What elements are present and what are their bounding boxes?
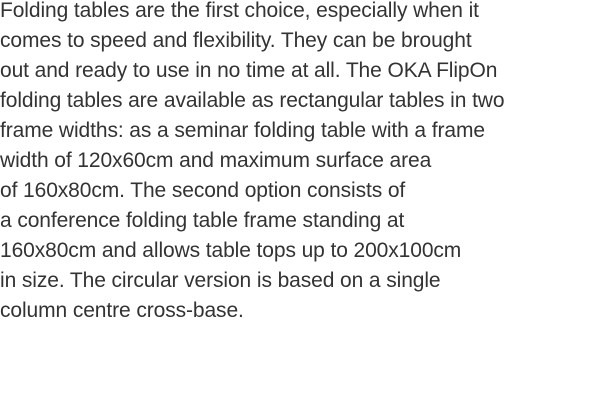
product-description-paragraph: Folding tables are the first choice, esp… (0, 0, 605, 330)
